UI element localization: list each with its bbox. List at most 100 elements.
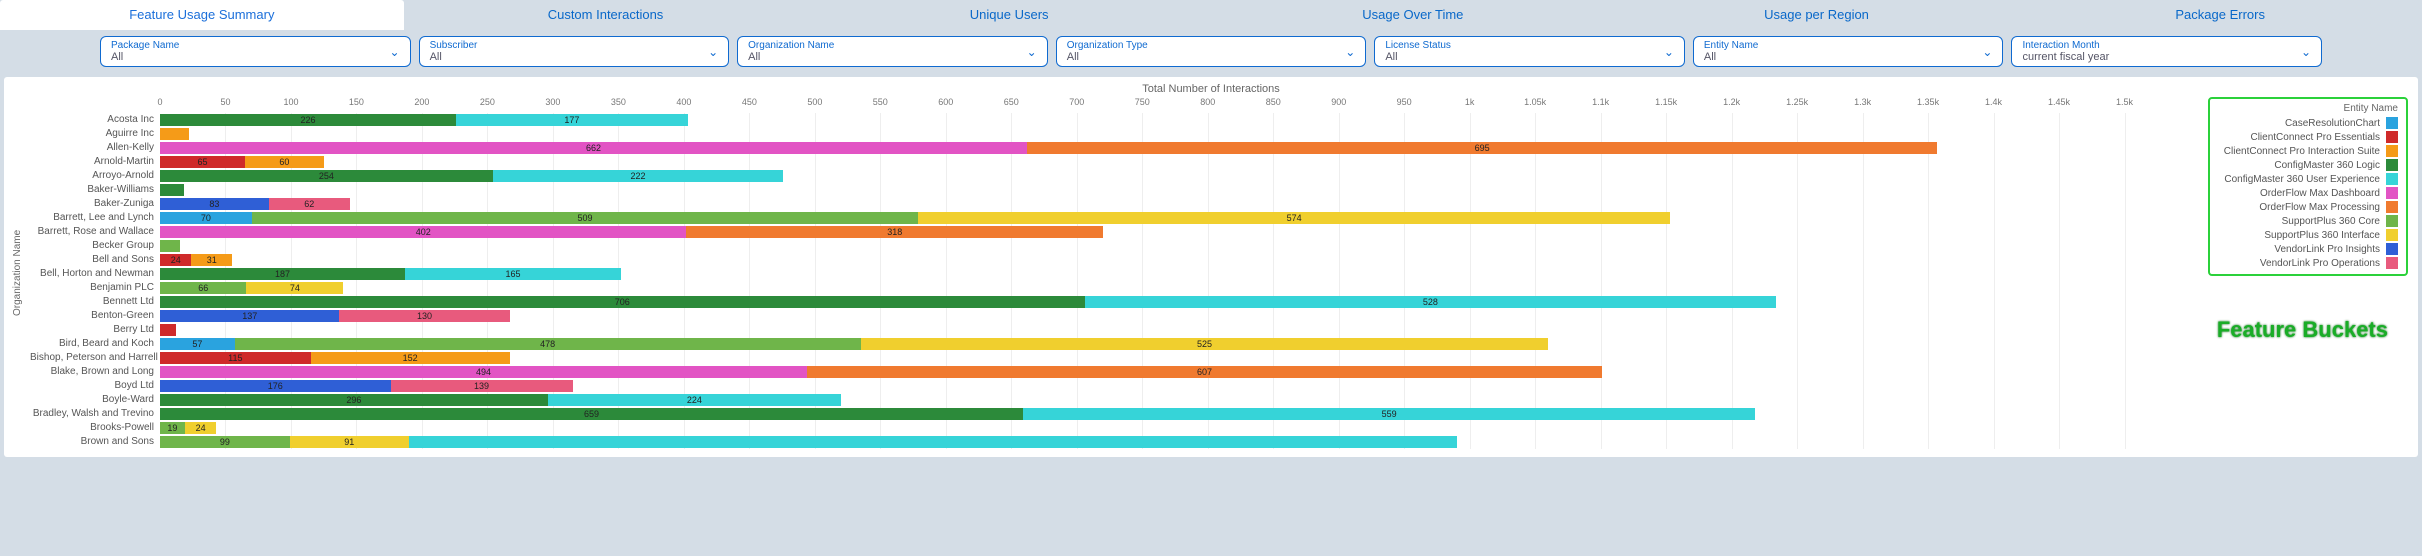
legend-item: ClientConnect Pro Interaction Suite xyxy=(2218,144,2398,158)
bar-segment[interactable]: 176 xyxy=(160,380,391,392)
bar-row xyxy=(160,183,2410,197)
bar-segment[interactable]: 659 xyxy=(160,408,1023,420)
bar-segment[interactable]: 74 xyxy=(246,282,343,294)
bar-segment[interactable]: 139 xyxy=(391,380,573,392)
category-label: Benton-Green xyxy=(30,309,154,323)
category-label: Baker-Zuniga xyxy=(30,197,154,211)
x-tick: 700 xyxy=(1069,97,1084,107)
bar-segment[interactable]: 165 xyxy=(405,268,621,280)
bar-row xyxy=(160,323,2410,337)
filter-license-status[interactable]: License StatusAll⌄ xyxy=(1374,36,1685,67)
bar-segment[interactable]: 525 xyxy=(861,338,1549,350)
bar-segment[interactable]: 115 xyxy=(160,352,311,364)
bar-plot-area: 0501001502002503003504004505005506006507… xyxy=(160,97,2410,449)
y-axis-categories: Acosta IncAguirre IncAllen-KellyArnold-M… xyxy=(30,97,160,449)
bar-segment[interactable]: 66 xyxy=(160,282,246,294)
tab-usage-over-time[interactable]: Usage Over Time xyxy=(1211,0,1615,30)
bar-segment[interactable]: 528 xyxy=(1085,296,1777,308)
feature-buckets-label: Feature Buckets xyxy=(2217,317,2388,343)
bar-row: 2431 xyxy=(160,253,2410,267)
bar-segment[interactable]: 607 xyxy=(807,366,1602,378)
bar-segment[interactable] xyxy=(160,184,184,196)
category-label: Blake, Brown and Long xyxy=(30,365,154,379)
chevron-down-icon: ⌄ xyxy=(708,45,718,59)
category-label: Benjamin PLC xyxy=(30,281,154,295)
bar-segment[interactable]: 222 xyxy=(493,170,784,182)
bar-segment[interactable]: 152 xyxy=(311,352,510,364)
bar-segment[interactable]: 62 xyxy=(269,198,350,210)
bar-segment[interactable]: 224 xyxy=(548,394,841,406)
filter-subscriber[interactable]: SubscriberAll⌄ xyxy=(419,36,730,67)
bar-row xyxy=(160,239,2410,253)
bar-row: 402318 xyxy=(160,225,2410,239)
bar-segment[interactable]: 478 xyxy=(235,338,861,350)
bar-segment[interactable]: 83 xyxy=(160,198,269,210)
bar-segment[interactable]: 402 xyxy=(160,226,686,238)
bar-segment[interactable]: 177 xyxy=(456,114,688,126)
filter-bar: Package NameAll⌄SubscriberAll⌄Organizati… xyxy=(0,30,2422,77)
category-label: Bishop, Peterson and Harrell xyxy=(30,351,154,365)
bar-segment[interactable]: 695 xyxy=(1027,142,1937,154)
bar-segment[interactable]: 226 xyxy=(160,114,456,126)
bar-segment[interactable]: 24 xyxy=(160,254,191,266)
category-label: Boyd Ltd xyxy=(30,379,154,393)
bar-segment[interactable]: 706 xyxy=(160,296,1085,308)
bar-segment[interactable]: 24 xyxy=(185,422,216,434)
tab-usage-per-region[interactable]: Usage per Region xyxy=(1615,0,2019,30)
filter-entity-name[interactable]: Entity NameAll⌄ xyxy=(1693,36,2004,67)
bar-segment[interactable]: 574 xyxy=(918,212,1670,224)
x-tick: 150 xyxy=(349,97,364,107)
x-axis: 0501001502002503003504004505005506006507… xyxy=(160,97,2410,113)
bar-segment[interactable]: 509 xyxy=(252,212,919,224)
chevron-down-icon: ⌄ xyxy=(1345,45,1355,59)
bar-segment[interactable]: 99 xyxy=(160,436,290,448)
bar-segment[interactable]: 91 xyxy=(290,436,409,448)
bar-segment[interactable] xyxy=(160,128,189,140)
tab-unique-users[interactable]: Unique Users xyxy=(807,0,1211,30)
category-label: Brooks-Powell xyxy=(30,421,154,435)
bar-segment[interactable]: 60 xyxy=(245,156,324,168)
bar-row: 6560 xyxy=(160,155,2410,169)
bar-segment[interactable]: 19 xyxy=(160,422,185,434)
y-axis-label: Organization Name xyxy=(12,97,30,449)
x-tick: 800 xyxy=(1200,97,1215,107)
tab-package-errors[interactable]: Package Errors xyxy=(2018,0,2422,30)
bar-segment[interactable]: 57 xyxy=(160,338,235,350)
bar-segment[interactable]: 70 xyxy=(160,212,252,224)
bar-segment[interactable] xyxy=(409,436,1457,448)
chart-container: Total Number of Interactions Organizatio… xyxy=(4,77,2418,457)
filter-interaction-month[interactable]: Interaction Monthcurrent fiscal year⌄ xyxy=(2011,36,2322,67)
category-label: Bennett Ltd xyxy=(30,295,154,309)
bar-segment[interactable] xyxy=(160,240,180,252)
bar-segment[interactable]: 130 xyxy=(339,310,509,322)
tab-feature-usage-summary[interactable]: Feature Usage Summary xyxy=(0,0,404,30)
legend-item: OrderFlow Max Dashboard xyxy=(2218,186,2398,200)
bar-row: 70509574 xyxy=(160,211,2410,225)
bar-segment[interactable]: 65 xyxy=(160,156,245,168)
bar-segment[interactable] xyxy=(160,324,176,336)
bar-segment[interactable]: 254 xyxy=(160,170,493,182)
filter-organization-type[interactable]: Organization TypeAll⌄ xyxy=(1056,36,1367,67)
tab-bar: Feature Usage SummaryCustom Interactions… xyxy=(0,0,2422,30)
x-tick: 1.4k xyxy=(1985,97,2002,107)
tab-custom-interactions[interactable]: Custom Interactions xyxy=(404,0,808,30)
legend-item: ConfigMaster 360 Logic xyxy=(2218,158,2398,172)
x-tick: 500 xyxy=(807,97,822,107)
bar-segment[interactable]: 662 xyxy=(160,142,1027,154)
bar-segment[interactable]: 187 xyxy=(160,268,405,280)
legend-item: CaseResolutionChart xyxy=(2218,116,2398,130)
bar-segment[interactable]: 137 xyxy=(160,310,339,322)
filter-organization-name[interactable]: Organization NameAll⌄ xyxy=(737,36,1048,67)
legend-item: OrderFlow Max Processing xyxy=(2218,200,2398,214)
bar-segment[interactable]: 31 xyxy=(191,254,232,266)
bar-segment[interactable]: 318 xyxy=(686,226,1102,238)
x-tick: 1.5k xyxy=(2116,97,2133,107)
bar-segment[interactable]: 559 xyxy=(1023,408,1755,420)
bar-segment[interactable]: 494 xyxy=(160,366,807,378)
bar-segment[interactable]: 296 xyxy=(160,394,548,406)
filter-package-name[interactable]: Package NameAll⌄ xyxy=(100,36,411,67)
legend-item: VendorLink Pro Insights xyxy=(2218,242,2398,256)
bar-row: 1924 xyxy=(160,421,2410,435)
x-tick: 650 xyxy=(1004,97,1019,107)
bar-row: 296224 xyxy=(160,393,2410,407)
